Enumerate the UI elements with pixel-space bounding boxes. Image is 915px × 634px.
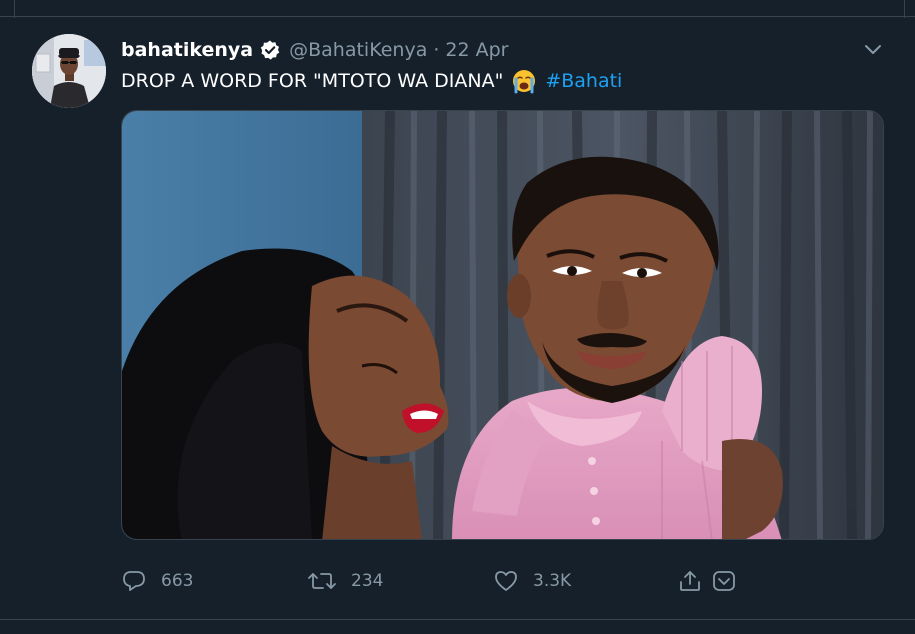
tweet-actions: 663 234 3.3K [121,562,741,600]
tweet-text: DROP A WORD FOR "MTOTO WA DIANA" [121,70,504,92]
tweet-frame: bahatikenya @BahatiKenya · 22 Apr DROP A… [0,0,915,634]
like-button[interactable]: 3.3K [493,562,571,600]
photo-image [122,111,883,539]
bottom-divider [0,619,915,620]
like-count: 3.3K [533,571,572,591]
share-icon [677,569,703,593]
bookmark-button[interactable] [711,562,737,600]
avatar[interactable] [32,34,106,108]
crying-face-emoji-icon [511,68,537,94]
bookmark-chevron-icon [711,569,737,593]
retweet-button[interactable]: 234 [307,562,383,600]
left-border [14,0,15,18]
header-separator: · [433,39,440,61]
avatar-image [32,34,106,108]
reply-count: 663 [161,571,194,591]
tweet-photo[interactable] [121,110,884,540]
tweet-body: DROP A WORD FOR "MTOTO WA DIANA" #Bahati [121,67,622,95]
tweet-date[interactable]: 22 Apr [445,39,508,61]
hashtag-link[interactable]: #Bahati [545,70,622,92]
retweet-count: 234 [351,571,384,591]
retweet-icon [307,569,337,593]
reply-button[interactable]: 663 [121,562,193,600]
display-name[interactable]: bahatikenya [121,39,253,61]
tweet-header: bahatikenya @BahatiKenya · 22 Apr [121,37,508,63]
heart-icon [493,569,519,593]
share-button[interactable] [677,562,703,600]
author-handle[interactable]: @BahatiKenya [289,39,427,61]
top-divider [0,16,915,17]
right-border [904,0,905,18]
reply-icon [121,569,147,593]
verified-badge-icon [259,39,281,61]
more-options-chevron-down-icon[interactable] [860,38,886,60]
